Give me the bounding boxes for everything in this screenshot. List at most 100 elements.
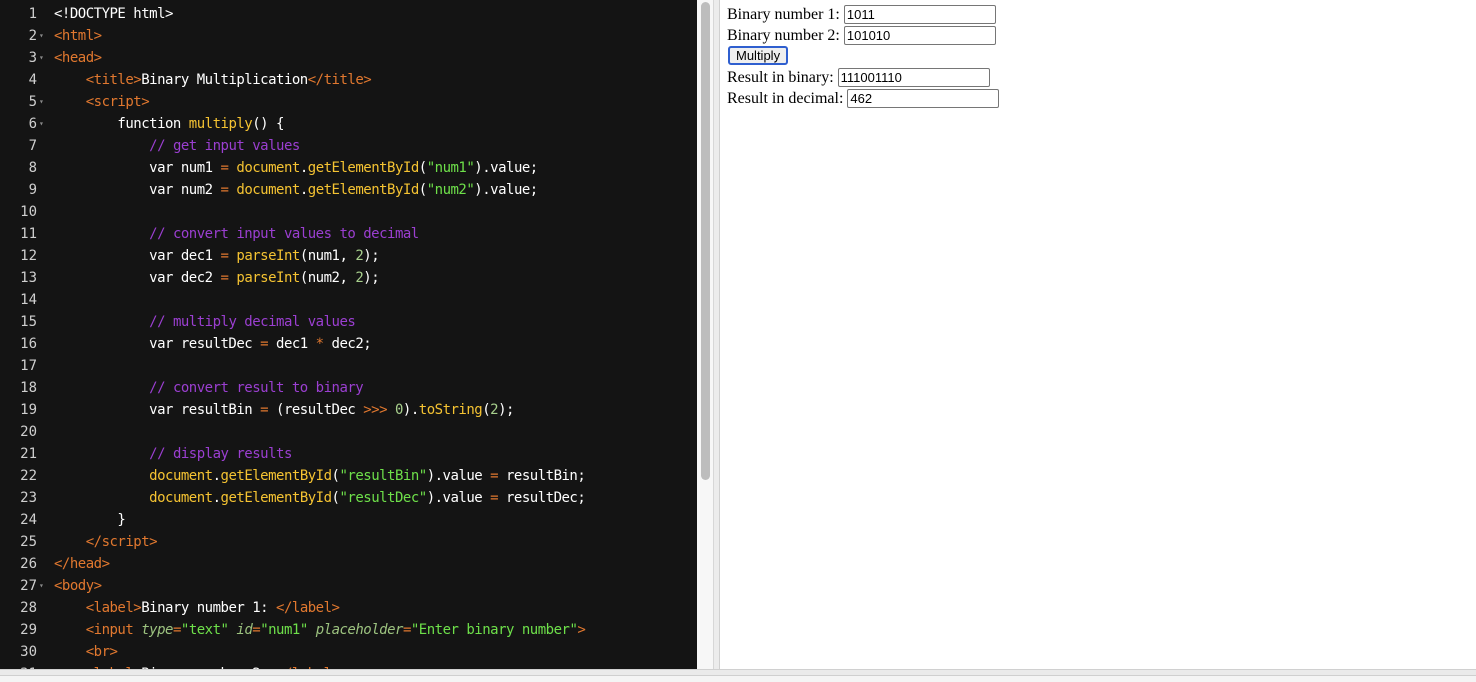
fold-toggle-icon[interactable]: ▾ (39, 91, 44, 113)
code-line[interactable]: 4 <title>Binary Multiplication</title> (0, 69, 697, 91)
code-line[interactable]: 7 // get input values (0, 135, 697, 157)
code-text: <label>Binary number 1: </label> (85, 600, 340, 616)
code-text: var dec1 = parseInt(num1, 2); (54, 248, 380, 264)
code-text: // display results (149, 446, 292, 462)
code-line[interactable]: 16 var resultDec = dec1 * dec2; (0, 333, 697, 355)
code-text: <title>Binary Multiplication</title> (85, 72, 372, 88)
line-number: 8 (28, 160, 37, 176)
code-line[interactable]: 18 // convert result to binary (0, 377, 697, 399)
code-line[interactable]: 25 </script> (0, 531, 697, 553)
code-text: <html> (54, 28, 102, 44)
code-text: var dec2 = parseInt(num2, 2); (54, 270, 380, 286)
code-text: <script> (85, 94, 150, 110)
line-number: 21 (20, 446, 37, 462)
line-number: 1 (28, 6, 37, 22)
binary-number-1-row: Binary number 1: (727, 4, 996, 25)
line-number: 24 (20, 512, 37, 528)
code-line[interactable]: 27 ▾ <body> (0, 575, 697, 597)
code-line[interactable]: 29 <input type="text" id="num1" placehol… (0, 619, 697, 641)
code-text: <body> (54, 578, 102, 594)
code-line[interactable]: 19 var resultBin = (resultDec >>> 0).toS… (0, 399, 697, 421)
line-number: 2 (28, 28, 37, 44)
code-line[interactable]: 10 (0, 201, 697, 223)
code-text: // convert input values to decimal (149, 226, 419, 242)
code-line[interactable]: 12 var dec1 = parseInt(num1, 2); (0, 245, 697, 267)
code-line[interactable]: 5 ▾ <script> (0, 91, 697, 113)
multiply-button[interactable]: Multiply (728, 46, 789, 65)
code-line[interactable]: 13 var dec2 = parseInt(num2, 2); (0, 267, 697, 289)
code-text: var resultBin = (resultDec >>> 0).toStri… (54, 402, 514, 418)
result-decimal-label: Result in decimal: (727, 90, 844, 107)
code-line[interactable]: 24 } (0, 509, 697, 531)
binary-number-2-input[interactable] (843, 26, 996, 45)
code-line[interactable]: 21 // display results (0, 443, 697, 465)
code-editor[interactable]: 1 <!DOCTYPE html> 2 ▾ <html> 3 ▾ <head> 4 <title… (0, 0, 697, 669)
code-line[interactable]: 3 ▾ <head> (0, 47, 697, 69)
line-number: 9 (28, 182, 37, 198)
preview-pane: Binary number 1: Binary number 2: Multip… (720, 0, 1476, 669)
code-text: // multiply decimal values (149, 314, 356, 330)
code-line[interactable]: 15 // multiply decimal values (0, 311, 697, 333)
line-number: 17 (20, 358, 37, 374)
code-text: </head> (54, 556, 110, 572)
code-line[interactable]: 20 (0, 421, 697, 443)
code-line[interactable]: 1 <!DOCTYPE html> (0, 3, 697, 25)
code-line[interactable]: 9 var num2 = document.getElementById("nu… (0, 179, 697, 201)
line-number: 16 (20, 336, 37, 352)
code-text: <head> (54, 50, 102, 66)
line-number: 20 (20, 424, 37, 440)
line-number: 7 (28, 138, 37, 154)
line-number: 6 (28, 116, 37, 132)
code-line[interactable]: 23 document.getElementById("resultDec").… (0, 487, 697, 509)
code-text: <input type="text" id="num1" placeholder… (85, 622, 586, 638)
code-line[interactable]: 26 </head> (0, 553, 697, 575)
code-line[interactable]: 14 (0, 289, 697, 311)
code-text: } (54, 512, 126, 528)
fold-toggle-icon[interactable]: ▾ (39, 575, 44, 597)
code-text: // get input values (149, 138, 300, 154)
line-number: 13 (20, 270, 37, 286)
fold-toggle-icon[interactable]: ▾ (39, 113, 44, 135)
line-number: 11 (20, 226, 37, 242)
code-line[interactable]: 11 // convert input values to decimal (0, 223, 697, 245)
line-number: 18 (20, 380, 37, 396)
line-number: 29 (20, 622, 37, 638)
code-text: document.getElementById("resultDec").val… (149, 490, 586, 506)
binary-number-2-row: Binary number 2: (727, 25, 996, 46)
fold-toggle-icon[interactable]: ▾ (39, 25, 44, 47)
code-line[interactable]: 8 var num1 = document.getElementById("nu… (0, 157, 697, 179)
line-number: 30 (20, 644, 37, 660)
result-decimal-input[interactable] (847, 89, 1000, 108)
horizontal-scrollbar[interactable] (0, 669, 1476, 682)
code-text: var resultDec = dec1 * dec2; (54, 336, 372, 352)
code-line[interactable]: 28 <label>Binary number 1: </label> (0, 597, 697, 619)
line-number: 19 (20, 402, 37, 418)
code-line[interactable]: 2 ▾ <html> (0, 25, 697, 47)
line-number: 5 (28, 94, 37, 110)
code-line[interactable]: 6 ▾ function multiply() { (0, 113, 697, 135)
result-decimal-row: Result in decimal: (727, 88, 1000, 109)
line-number: 23 (20, 490, 37, 506)
code-text: document.getElementById("resultBin").val… (149, 468, 586, 484)
line-number: 28 (20, 600, 37, 616)
fold-toggle-icon[interactable]: ▾ (39, 47, 44, 69)
horizontal-scrollbar-track[interactable] (0, 675, 1476, 682)
editor-scrollbar-thumb[interactable] (701, 2, 710, 480)
result-binary-label: Result in binary: (727, 69, 834, 86)
line-number: 3 (28, 50, 37, 66)
line-number: 26 (20, 556, 37, 572)
code-text: <br> (85, 644, 118, 660)
code-line[interactable]: 30 <br> (0, 641, 697, 663)
binary-number-1-label: Binary number 1: (727, 6, 840, 23)
code-line[interactable]: 22 document.getElementById("resultBin").… (0, 465, 697, 487)
result-binary-input[interactable] (837, 68, 990, 87)
line-number: 25 (20, 534, 37, 550)
result-binary-row: Result in binary: (727, 67, 990, 88)
code-text: // convert result to binary (149, 380, 364, 396)
line-number: 4 (28, 72, 37, 88)
code-line[interactable]: 17 (0, 355, 697, 377)
binary-number-2-label: Binary number 2: (727, 27, 840, 44)
line-number: 15 (20, 314, 37, 330)
code-text: </script> (85, 534, 158, 550)
binary-number-1-input[interactable] (843, 5, 996, 24)
